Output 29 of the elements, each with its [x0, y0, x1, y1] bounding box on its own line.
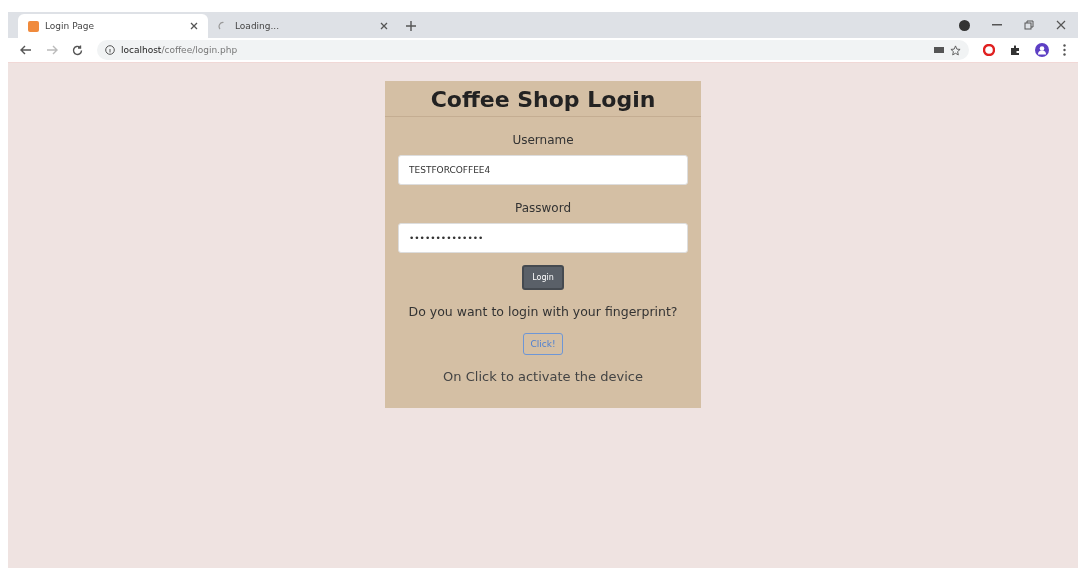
account-icon[interactable]: [959, 19, 970, 31]
back-button[interactable]: [20, 45, 32, 55]
login-title: Coffee Shop Login: [385, 81, 701, 117]
info-icon: [105, 45, 115, 55]
reload-button[interactable]: [72, 44, 83, 56]
close-tab-button[interactable]: [380, 22, 388, 30]
tab-title: Loading...: [235, 21, 281, 31]
username-field[interactable]: TESTFORCOFFEE4: [398, 155, 688, 185]
star-icon[interactable]: [950, 44, 961, 56]
url-path: /coffee/login.php: [161, 45, 238, 55]
puzzle-icon[interactable]: [1009, 44, 1021, 56]
activate-hint: On Click to activate the device: [443, 369, 643, 384]
more-menu-icon[interactable]: [1063, 44, 1066, 56]
url-host: localhost: [121, 45, 162, 55]
fingerprint-prompt: Do you want to login with your fingerprint?: [408, 304, 678, 319]
profile-avatar-icon[interactable]: [1035, 43, 1049, 57]
restore-button[interactable]: [1024, 20, 1034, 30]
browser-tab[interactable]: Loading...: [208, 14, 398, 38]
close-window-button[interactable]: [1056, 20, 1066, 30]
browser-tab[interactable]: Login Page: [18, 14, 208, 38]
password-label: Password: [514, 201, 572, 215]
password-field[interactable]: ••••••••••••••: [398, 223, 688, 253]
address-bar[interactable]: localhost/coffee/login.php: [97, 40, 969, 60]
minimize-button[interactable]: [992, 24, 1002, 26]
close-tab-button[interactable]: [190, 22, 198, 30]
tab-title: Login Page: [45, 21, 95, 31]
username-label: Username: [512, 133, 574, 147]
extension-icon[interactable]: [983, 44, 995, 56]
login-button[interactable]: Login: [522, 265, 564, 290]
